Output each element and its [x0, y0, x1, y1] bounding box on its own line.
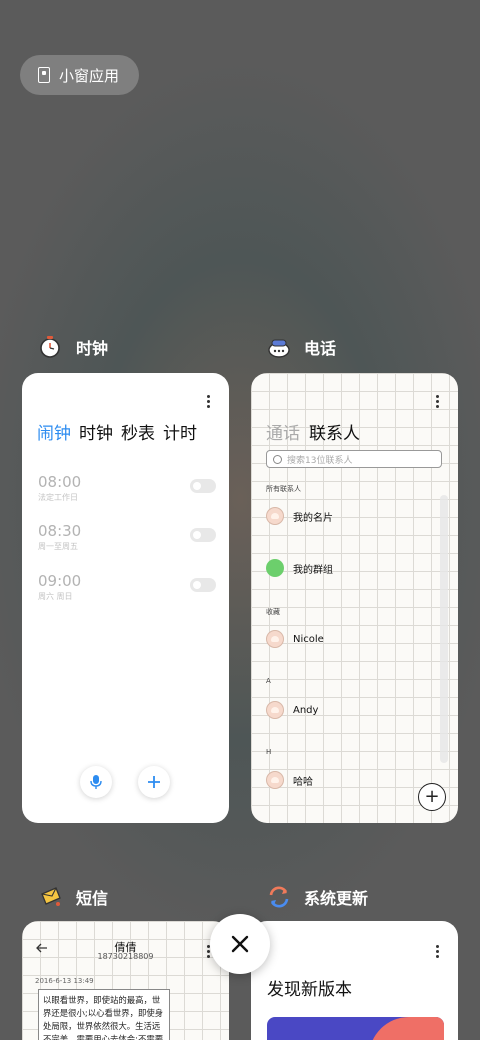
alarm-time: 08:30	[38, 522, 82, 540]
system-update-icon	[269, 886, 289, 908]
clear-all-button[interactable]	[210, 914, 270, 974]
clock-app-header: 时钟	[38, 334, 108, 360]
my-groups-item[interactable]: 我的群组	[266, 559, 333, 577]
alarm-repeat: 周六 周日	[38, 592, 73, 601]
small-window-icon	[38, 67, 50, 83]
search-placeholder: 搜索13位联系人	[287, 455, 353, 466]
voice-alarm-button[interactable]	[80, 766, 112, 798]
microphone-icon	[90, 775, 102, 789]
phone-tabs: 通话 联系人	[266, 419, 360, 444]
phone-app-title: 电话	[304, 339, 337, 358]
alarm-time: 09:00	[38, 572, 82, 590]
my-groups-label: 我的群组	[293, 564, 333, 576]
my-card-item[interactable]: 我的名片	[266, 507, 333, 525]
alarm-item[interactable]: 08:00 法定工作日	[38, 473, 216, 503]
contact-item[interactable]: 哈哈	[266, 771, 313, 789]
avatar	[266, 771, 284, 789]
sms-app-icon	[41, 887, 61, 906]
update-app-header: 系统更新	[266, 884, 368, 910]
alarm-item[interactable]: 09:00 周六 周日	[38, 572, 216, 602]
plus-icon	[148, 776, 160, 788]
tab-calls[interactable]: 通话	[266, 419, 300, 444]
tab-timer[interactable]: 计时	[163, 419, 197, 444]
alarm-time: 08:00	[38, 473, 82, 491]
update-app-card[interactable]: 发现新版本	[251, 921, 458, 1040]
clock-app-title: 时钟	[76, 339, 109, 358]
clock-tabs: 闹钟 时钟 秒表 计时	[37, 419, 197, 444]
sms-app-header: 短信	[38, 884, 108, 910]
avatar	[266, 630, 284, 648]
more-options-icon[interactable]	[436, 395, 439, 410]
avatar	[266, 701, 284, 719]
clock-app-icon	[40, 336, 60, 358]
alarm-repeat: 法定工作日	[38, 493, 78, 502]
all-contacts-label[interactable]: 所有联系人	[266, 484, 301, 494]
avatar	[266, 507, 284, 525]
contact-item[interactable]: Nicole	[266, 630, 324, 648]
more-options-icon[interactable]	[207, 395, 210, 410]
tab-alarm[interactable]: 闹钟	[37, 419, 71, 444]
tab-clock[interactable]: 时钟	[79, 419, 113, 444]
contact-search-input[interactable]: 搜索13位联系人	[266, 450, 442, 468]
update-app-title: 系统更新	[304, 889, 369, 908]
sms-message-bubble: 以眼看世界，即使站的最高，世界还是很小;以心看世界，即使身处局限，世界依然很大。…	[38, 989, 170, 1040]
sms-date: 2016-6-13 13:49	[35, 977, 94, 985]
alarm-toggle[interactable]	[190, 479, 216, 493]
alarm-toggle[interactable]	[190, 578, 216, 592]
tab-contacts[interactable]: 联系人	[309, 419, 360, 444]
search-icon	[273, 454, 282, 464]
section-header-h: H	[266, 748, 272, 756]
more-options-icon[interactable]	[436, 945, 439, 960]
close-icon	[231, 935, 249, 953]
add-alarm-button[interactable]	[138, 766, 170, 798]
alarm-repeat: 周一至周五	[38, 542, 78, 551]
phone-app-card[interactable]: 通话 联系人 搜索13位联系人 所有联系人 我的名片 我的群组 收藏 Nicol…	[251, 373, 458, 823]
sms-app-card[interactable]: 倩倩 18730218809 2016-6-13 13:49 以眼看世界，即使站…	[22, 921, 229, 1040]
phone-app-icon	[268, 339, 290, 358]
update-heading: 发现新版本	[267, 980, 352, 1000]
contact-name: Nicole	[293, 633, 324, 645]
alphabet-index-scrollbar[interactable]	[440, 495, 448, 763]
clock-app-card[interactable]: 闹钟 时钟 秒表 计时 08:00 法定工作日 08:30 周一至周五 09:0…	[22, 373, 229, 823]
group-icon	[266, 559, 284, 577]
update-banner-image	[267, 1017, 444, 1040]
add-contact-button[interactable]: +	[418, 783, 446, 811]
contact-name: 哈哈	[293, 776, 313, 788]
tab-stopwatch[interactable]: 秒表	[121, 419, 155, 444]
alarm-toggle[interactable]	[190, 528, 216, 542]
small-window-label: 小窗应用	[59, 66, 120, 85]
small-window-apps-button[interactable]: 小窗应用	[20, 55, 139, 95]
favorites-header: 收藏	[266, 608, 280, 616]
contact-item[interactable]: Andy	[266, 701, 318, 719]
alarm-item[interactable]: 08:30 周一至周五	[38, 522, 216, 552]
phone-app-header: 电话	[266, 334, 336, 360]
sms-contact-number: 18730218809	[97, 952, 154, 961]
sms-app-title: 短信	[76, 889, 109, 908]
my-card-label: 我的名片	[293, 512, 333, 524]
section-header-a: A	[266, 677, 271, 685]
contact-name: Andy	[293, 704, 319, 716]
